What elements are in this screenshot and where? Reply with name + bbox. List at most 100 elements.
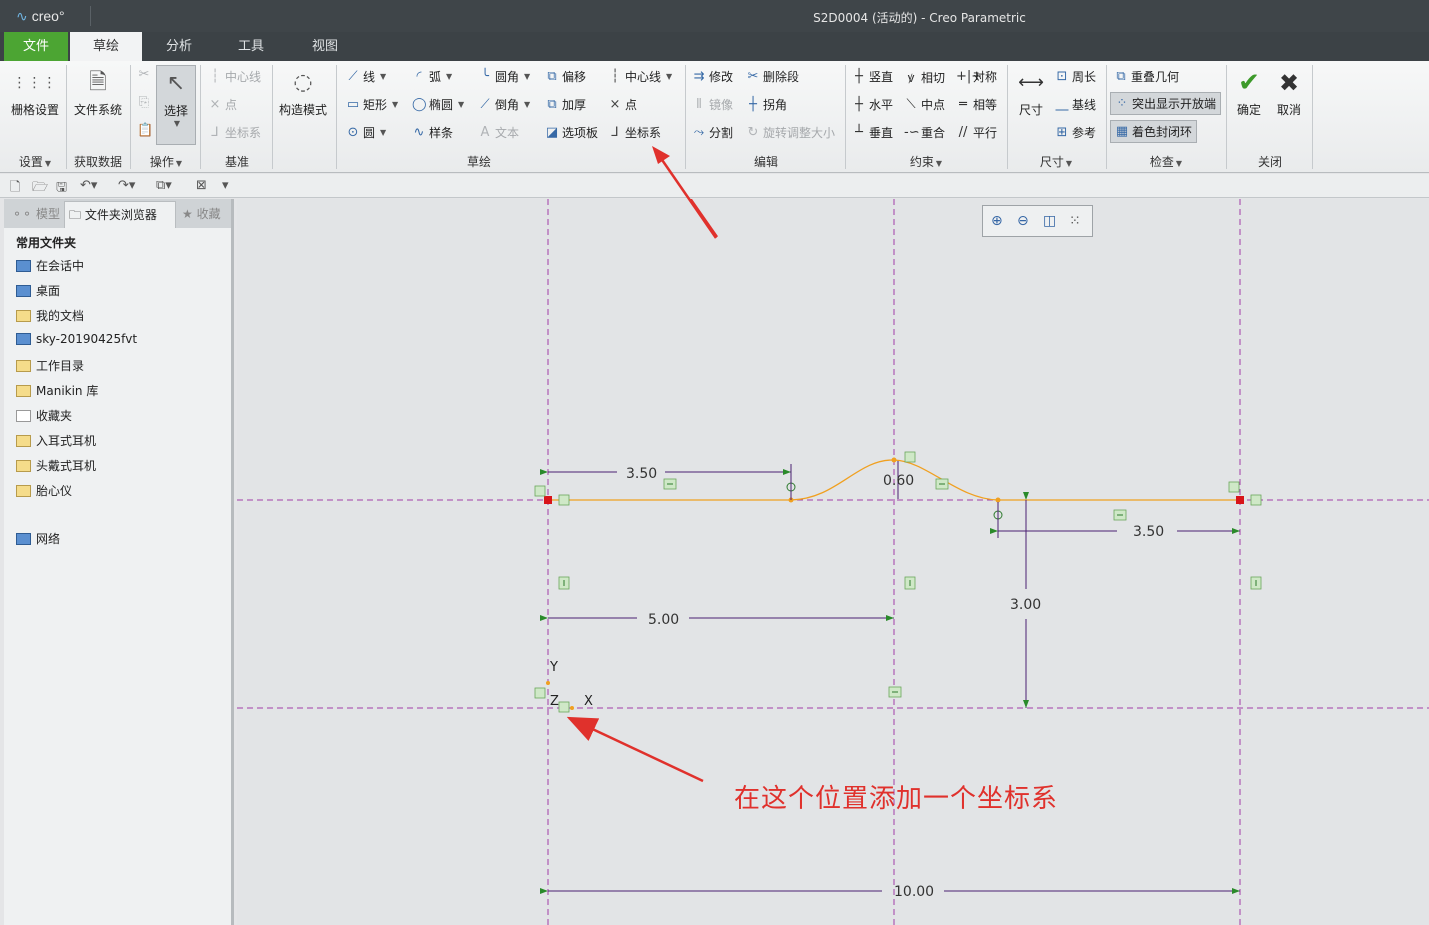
copy-button[interactable]: ⎘ bbox=[137, 95, 151, 110]
fillet-button[interactable]: ╰ 圆角 ▼ bbox=[478, 68, 530, 85]
vertical-constraint-button[interactable]: ┼ 竖直 bbox=[852, 68, 893, 85]
construction-mode-button[interactable]: ◌ 构造模式 bbox=[276, 65, 330, 118]
dimension-button[interactable]: ⟷ 尺寸 bbox=[1010, 65, 1052, 118]
select-button[interactable]: ↖ 选择 ▼ bbox=[156, 65, 196, 145]
tab-folder-browser[interactable]: 🗀 文件夹浏览器 bbox=[64, 201, 176, 228]
cut-button[interactable]: ✂ bbox=[137, 67, 151, 82]
folder-item[interactable]: 在会话中 bbox=[16, 257, 84, 274]
folder-item[interactable]: 工作目录 bbox=[16, 357, 84, 374]
refit-icon[interactable]: ◫ bbox=[1043, 213, 1056, 229]
customize-dropdown-icon[interactable]: ▾ bbox=[222, 178, 229, 193]
group-label-dimension[interactable]: 尺寸 ▼ bbox=[1010, 153, 1102, 170]
dimension-text-3-00[interactable]: 3.00 bbox=[1010, 597, 1041, 613]
spline-button[interactable]: ∿ 样条 bbox=[412, 124, 453, 141]
folder-item[interactable]: sky-20190425fvt bbox=[16, 332, 137, 346]
redo-icon[interactable]: ↷▾ bbox=[118, 178, 135, 193]
dimension-text-10-00[interactable]: 10.00 bbox=[894, 884, 934, 900]
rectangle-button[interactable]: ▭ 矩形 ▼ bbox=[346, 96, 398, 113]
sketch-point-button[interactable]: × 点 bbox=[608, 96, 637, 113]
folder-item[interactable]: 胎心仪 bbox=[16, 482, 72, 499]
sketch-display-icon[interactable]: ⁙ bbox=[1069, 213, 1081, 229]
new-file-icon[interactable]: 🗋 bbox=[10, 178, 20, 200]
tangent-glyph[interactable] bbox=[904, 451, 916, 463]
tab-favorites[interactable]: ★ 收藏 bbox=[178, 201, 230, 228]
tangent-glyph[interactable] bbox=[534, 485, 546, 497]
mirror-button[interactable]: ⫴ 镜像 bbox=[692, 96, 733, 113]
divide-button[interactable]: ⤳ 分割 bbox=[692, 124, 733, 141]
close-window-icon[interactable]: ⊠ bbox=[196, 178, 207, 193]
vertex-point[interactable] bbox=[891, 457, 897, 463]
vertex-point[interactable] bbox=[995, 497, 1001, 503]
rotate-resize-button[interactable]: ↻ 旋转调整大小 bbox=[746, 124, 835, 141]
tab-analysis[interactable]: 分析 bbox=[146, 32, 212, 61]
ok-button[interactable]: ✔ 确定 bbox=[1230, 65, 1268, 118]
csys-point[interactable] bbox=[546, 681, 550, 685]
text-button[interactable]: A 文本 bbox=[478, 124, 519, 141]
endpoint-marker[interactable] bbox=[1236, 496, 1244, 504]
cancel-button[interactable]: ✖ 取消 bbox=[1270, 65, 1308, 118]
shade-closed-loops-toggle[interactable]: ▦ 着色封闭环 bbox=[1110, 120, 1198, 143]
datum-centerline-button[interactable]: ┆ 中心线 bbox=[208, 68, 261, 85]
file-system-button[interactable]: 🗎 文件系统 bbox=[70, 65, 126, 118]
open-folder-icon[interactable]: 🗁 bbox=[32, 178, 48, 200]
symmetric-constraint-button[interactable]: +|+ 对称 bbox=[956, 68, 997, 85]
corner-button[interactable]: ┼ 拐角 bbox=[746, 96, 787, 113]
reference-button[interactable]: ⊞ 参考 bbox=[1055, 124, 1096, 141]
perpendicular-constraint-button[interactable]: ┴ 垂直 bbox=[852, 124, 893, 141]
delete-segment-button[interactable]: ✂ 删除段 bbox=[746, 68, 799, 85]
equal-constraint-button[interactable]: ═ 相等 bbox=[956, 96, 997, 113]
chamfer-button[interactable]: ⟋ 倒角 ▼ bbox=[478, 96, 530, 113]
folder-item[interactable]: 头戴式耳机 bbox=[16, 457, 96, 474]
arc-button[interactable]: ◜ 弧 ▼ bbox=[412, 68, 452, 85]
coincident-constraint-button[interactable]: -∽ 重合 bbox=[904, 124, 945, 141]
tab-tools[interactable]: 工具 bbox=[218, 32, 284, 61]
folder-item[interactable]: 桌面 bbox=[16, 282, 60, 299]
tab-view[interactable]: 视图 bbox=[290, 32, 360, 61]
folder-item[interactable]: 我的文档 bbox=[16, 307, 84, 324]
highlight-open-ends-toggle[interactable]: ⁘ 突出显示开放端 bbox=[1110, 92, 1222, 115]
zoom-out-icon[interactable]: ⊖ bbox=[1017, 213, 1029, 229]
tangent-glyph[interactable] bbox=[1250, 494, 1262, 506]
tangent-glyph[interactable] bbox=[534, 687, 546, 699]
group-label-constrain[interactable]: 约束 ▼ bbox=[848, 153, 1004, 170]
line-button[interactable]: ⟋ 线 ▼ bbox=[346, 68, 386, 85]
tab-model-tree[interactable]: ⚬⚬ 模型 bbox=[8, 201, 62, 228]
tab-file[interactable]: 文件 bbox=[4, 32, 68, 61]
folder-item[interactable]: 入耳式耳机 bbox=[16, 432, 96, 449]
dimension-text-3-50[interactable]: 3.50 bbox=[626, 466, 657, 482]
palette-button[interactable]: ◪ 选项板 bbox=[545, 124, 598, 141]
dimension-text-5-00[interactable]: 5.00 bbox=[648, 612, 679, 628]
graphics-canvas[interactable]: 3.50 0.60 3.50 5.00 3.00 10.00 Y Z X ⊕ ⊖… bbox=[237, 199, 1429, 925]
tangent-glyph[interactable] bbox=[1228, 481, 1240, 493]
group-label-operations[interactable]: 操作 ▼ bbox=[134, 153, 198, 170]
overlap-geometry-button[interactable]: ⧉ 重叠几何 bbox=[1114, 68, 1179, 85]
group-label-inspect[interactable]: 检查 ▼ bbox=[1110, 153, 1222, 170]
midpoint-constraint-button[interactable]: ⟍ 中点 bbox=[904, 96, 945, 113]
sketch-coord-sys-button[interactable]: ⅃ 坐标系 bbox=[608, 124, 661, 141]
sketch-centerline-button[interactable]: ┆ 中心线 ▼ bbox=[608, 68, 672, 85]
folder-item[interactable]: 网络 bbox=[16, 530, 60, 547]
grid-settings-button[interactable]: ⋮⋮⋮ 栅格设置 bbox=[8, 65, 62, 118]
datum-point-button[interactable]: × 点 bbox=[208, 96, 237, 113]
undo-icon[interactable]: ↶▾ bbox=[80, 178, 97, 193]
datum-coord-sys-button[interactable]: ⅃ 坐标系 bbox=[208, 124, 261, 141]
save-icon[interactable]: 🖫 bbox=[56, 178, 67, 200]
parallel-constraint-button[interactable]: // 平行 bbox=[956, 124, 997, 141]
regenerate-icon[interactable]: ⧉▾ bbox=[156, 178, 172, 193]
folder-item[interactable]: 收藏夹 bbox=[16, 407, 72, 424]
ellipse-button[interactable]: ◯ 椭圆 ▼ bbox=[412, 96, 464, 113]
folder-item[interactable]: Manikin 库 bbox=[16, 382, 98, 399]
csys-point[interactable] bbox=[570, 706, 574, 710]
dimension-text-3-50-right[interactable]: 3.50 bbox=[1133, 524, 1164, 540]
tab-sketch[interactable]: 草绘 bbox=[70, 32, 142, 61]
dimension-text-0-60[interactable]: 0.60 bbox=[883, 473, 914, 489]
horizontal-constraint-button[interactable]: ┼ 水平 bbox=[852, 96, 893, 113]
baseline-button[interactable]: ⎽ 基线 bbox=[1055, 96, 1096, 113]
offset-button[interactable]: ⧉ 偏移 bbox=[545, 68, 586, 85]
group-label-setup[interactable]: 设置 ▼ bbox=[8, 153, 62, 170]
tangent-glyph[interactable] bbox=[558, 701, 570, 713]
thicken-button[interactable]: ⧉ 加厚 bbox=[545, 96, 586, 113]
endpoint-marker[interactable] bbox=[544, 496, 552, 504]
zoom-in-icon[interactable]: ⊕ bbox=[991, 213, 1003, 229]
tangent-glyph[interactable] bbox=[558, 494, 570, 506]
